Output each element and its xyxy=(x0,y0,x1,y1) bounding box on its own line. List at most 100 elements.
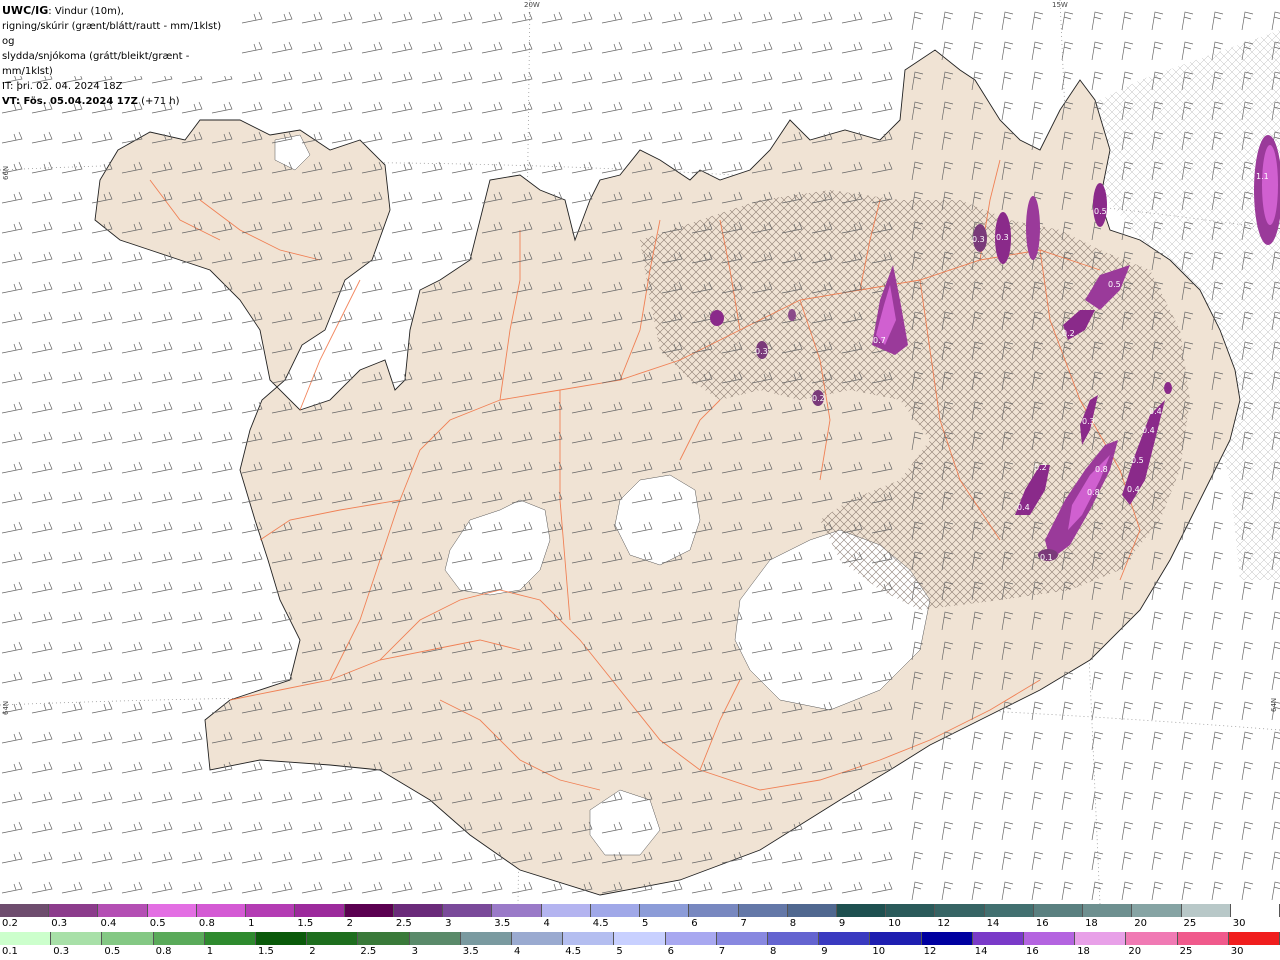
wind-barb xyxy=(31,371,53,384)
legend-swatch xyxy=(716,932,769,945)
wind-barb xyxy=(301,341,323,354)
wind-barb xyxy=(361,71,383,84)
wind-barb xyxy=(1031,71,1044,91)
wind-barb xyxy=(1,491,23,504)
wind-barb xyxy=(1091,791,1104,811)
wind-barb xyxy=(781,101,803,114)
wind-barb xyxy=(841,881,863,894)
wind-barb xyxy=(481,161,503,174)
wind-barb xyxy=(1241,791,1254,811)
wind-barb xyxy=(811,41,833,54)
wind-barb xyxy=(691,101,713,114)
wind-barb xyxy=(91,701,113,714)
wind-barb xyxy=(181,791,203,804)
wind-barb xyxy=(1121,11,1134,31)
wind-barb xyxy=(31,821,53,834)
wind-barb xyxy=(781,41,803,54)
wind-barb xyxy=(151,551,173,564)
wind-barb xyxy=(421,191,443,204)
wind-barb xyxy=(1241,881,1254,901)
wind-barb xyxy=(1,221,23,234)
legend-label: 25 xyxy=(1179,946,1193,957)
legend-label: 16 xyxy=(1035,918,1049,929)
wind-barb xyxy=(661,101,683,114)
wind-barb xyxy=(1241,761,1254,781)
wind-barb xyxy=(541,41,563,54)
legend-swatch xyxy=(344,904,394,917)
precip-label: 0.2 xyxy=(1062,329,1075,338)
wind-barb xyxy=(181,761,203,774)
legend-swatch xyxy=(492,904,542,917)
weather-map[interactable]: 1.1 0.5 0.3 0.3 0.5 0.7 0.3 0.2 0.4 0.4 … xyxy=(0,0,1280,904)
legend-swatch xyxy=(886,904,936,917)
wind-barb xyxy=(1241,641,1254,661)
legend-label: 7 xyxy=(740,918,747,929)
legend-swatch xyxy=(1228,932,1280,945)
wind-barb xyxy=(601,131,623,144)
wind-barb xyxy=(1031,701,1044,721)
model-code: UWC/IG xyxy=(2,4,49,17)
wind-barb xyxy=(91,551,113,564)
wind-barb xyxy=(481,881,503,894)
wind-barb xyxy=(91,881,113,894)
wind-barb xyxy=(691,161,713,174)
wind-barb xyxy=(1031,881,1044,901)
wind-barb xyxy=(571,11,593,24)
wind-barb xyxy=(661,71,683,84)
wind-barb xyxy=(871,851,893,864)
wind-barb xyxy=(391,851,413,864)
wind-barb xyxy=(1211,791,1224,811)
wind-barb xyxy=(1,431,23,444)
wind-barb xyxy=(391,191,413,204)
wind-barb xyxy=(331,131,353,144)
wind-barb xyxy=(61,731,83,744)
legend-swatch xyxy=(870,932,922,945)
wind-barb xyxy=(1271,671,1280,691)
wind-barb xyxy=(271,71,293,84)
wind-barb xyxy=(181,311,203,324)
wind-barb xyxy=(421,821,443,834)
legend-label: 16 xyxy=(1026,946,1039,957)
legend-label: 8 xyxy=(770,946,777,957)
legend-swatch xyxy=(738,904,788,917)
wind-barb xyxy=(211,521,233,534)
legend-swatch xyxy=(153,932,205,945)
wind-barb xyxy=(1,311,23,324)
wind-barb xyxy=(91,851,113,864)
wind-barb xyxy=(691,11,713,24)
wind-barb xyxy=(1,401,23,414)
wind-barb xyxy=(121,611,143,624)
wind-barb xyxy=(1181,551,1194,571)
wind-barb xyxy=(1271,611,1280,631)
legend-label: 4 xyxy=(543,918,550,929)
wind-barb xyxy=(1061,821,1074,841)
wind-barb xyxy=(301,371,323,384)
wind-barb xyxy=(1061,881,1074,901)
wind-barb xyxy=(271,101,293,114)
legend-swatch xyxy=(819,932,871,945)
wind-barb xyxy=(781,71,803,84)
wind-barb xyxy=(61,671,83,684)
wind-barb xyxy=(31,221,53,234)
wind-barb xyxy=(181,431,203,444)
wind-barb xyxy=(181,881,203,894)
wind-barb xyxy=(1181,761,1194,781)
precip-label: 0.4 xyxy=(1142,426,1155,435)
lat-label-64n-left: 64N xyxy=(2,700,10,715)
wind-barb xyxy=(751,131,773,144)
wind-barb xyxy=(301,71,323,84)
wind-barb xyxy=(61,881,83,894)
wind-barb xyxy=(271,641,293,654)
wind-barb xyxy=(631,41,653,54)
lat-label-64n-right: 64N xyxy=(1270,697,1278,712)
wind-barb xyxy=(781,11,803,24)
legend-label: 1 xyxy=(248,918,255,929)
wind-barb xyxy=(1121,761,1134,781)
wind-barb xyxy=(331,71,353,84)
wind-barb xyxy=(541,11,563,24)
wind-barb xyxy=(1061,791,1074,811)
wind-barb xyxy=(1211,821,1224,841)
wind-barb xyxy=(1211,671,1224,691)
wind-barb xyxy=(1,611,23,624)
wind-barb xyxy=(121,281,143,294)
